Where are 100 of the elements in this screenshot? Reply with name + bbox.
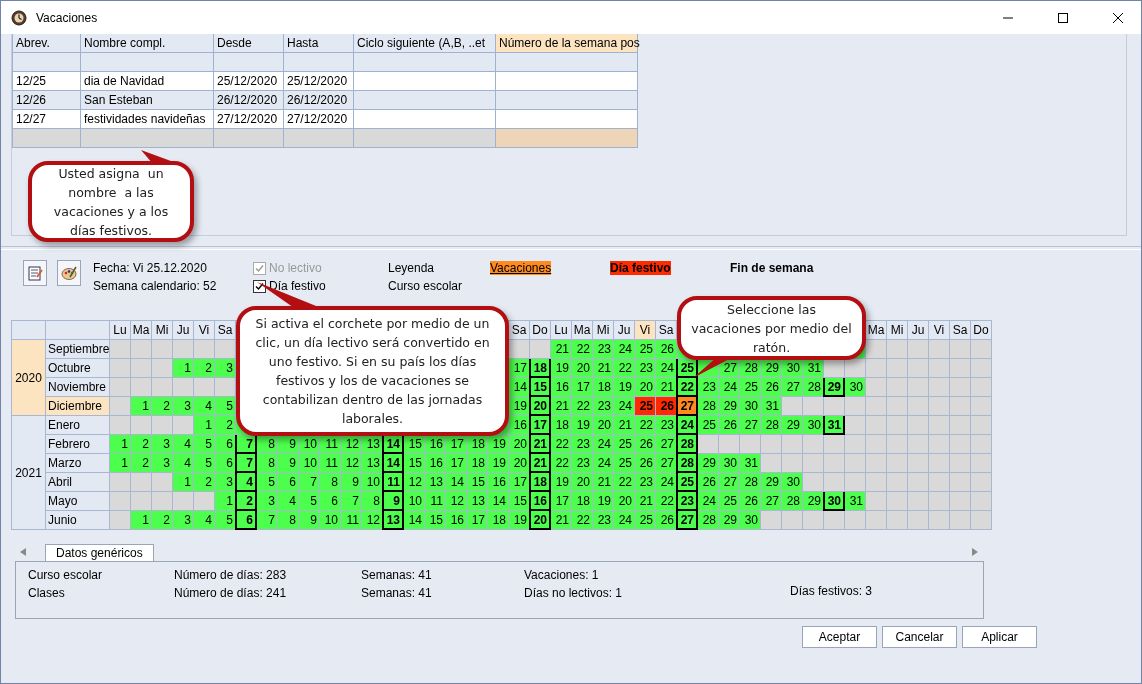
- day-cell[interactable]: 30: [740, 397, 761, 416]
- day-cell[interactable]: 23: [593, 340, 614, 359]
- day-cell[interactable]: 25: [676, 359, 698, 378]
- day-cell[interactable]: 7: [257, 511, 278, 530]
- day-cell[interactable]: 28: [740, 473, 761, 492]
- day-cell[interactable]: 24: [614, 511, 635, 530]
- day-cell[interactable]: 21: [614, 416, 635, 435]
- day-cell[interactable]: 11: [320, 454, 341, 473]
- day-cell[interactable]: 25: [635, 340, 656, 359]
- day-cell[interactable]: 12: [404, 473, 425, 492]
- day-cell[interactable]: 1: [215, 492, 236, 511]
- day-cell[interactable]: 29: [782, 416, 803, 435]
- day-cell[interactable]: 28: [698, 397, 719, 416]
- palette-icon[interactable]: [57, 260, 81, 286]
- day-cell[interactable]: 17: [509, 473, 530, 492]
- day-cell[interactable]: 20: [529, 511, 551, 530]
- day-cell[interactable]: 24: [614, 397, 635, 416]
- day-cell[interactable]: 17: [446, 454, 467, 473]
- day-cell[interactable]: 26: [635, 435, 656, 454]
- month-cell[interactable]: Octubre: [46, 359, 110, 378]
- day-cell[interactable]: 30: [719, 454, 740, 473]
- day-cell[interactable]: 17: [572, 378, 593, 397]
- day-cell[interactable]: 4: [278, 492, 299, 511]
- column-header[interactable]: Ciclo siguiente (A,B, ..et: [354, 34, 496, 53]
- day-cell[interactable]: 16: [488, 473, 509, 492]
- day-cell[interactable]: 25: [614, 435, 635, 454]
- day-cell[interactable]: 27: [656, 454, 677, 473]
- day-cell[interactable]: 19: [488, 454, 509, 473]
- day-cell[interactable]: 5: [194, 454, 215, 473]
- day-cell[interactable]: 24: [593, 454, 614, 473]
- day-cell[interactable]: 18: [529, 473, 551, 492]
- day-cell[interactable]: 1: [131, 397, 152, 416]
- day-cell[interactable]: 12: [446, 492, 467, 511]
- day-cell[interactable]: 21: [593, 359, 614, 378]
- day-cell[interactable]: 24: [614, 340, 635, 359]
- day-cell[interactable]: 21: [551, 397, 572, 416]
- day-cell[interactable]: 11: [341, 511, 362, 530]
- dialog-button[interactable]: Aplicar: [962, 626, 1037, 648]
- day-cell[interactable]: 4: [173, 435, 194, 454]
- day-cell[interactable]: 4: [194, 397, 215, 416]
- day-cell[interactable]: 29: [761, 473, 782, 492]
- day-cell[interactable]: 23: [656, 416, 677, 435]
- day-cell[interactable]: 6: [320, 492, 341, 511]
- day-cell[interactable]: 2: [131, 454, 152, 473]
- day-cell[interactable]: 3: [257, 492, 278, 511]
- day-cell[interactable]: 10: [404, 492, 425, 511]
- day-cell[interactable]: 19: [551, 359, 572, 378]
- day-cell[interactable]: 19: [509, 397, 530, 416]
- day-cell[interactable]: 22: [676, 378, 698, 397]
- maximize-icon[interactable]: [1058, 12, 1068, 23]
- day-cell[interactable]: 25: [614, 454, 635, 473]
- day-cell[interactable]: 29: [698, 454, 719, 473]
- day-cell[interactable]: 2: [152, 511, 173, 530]
- day-cell[interactable]: 22: [614, 359, 635, 378]
- column-header[interactable]: Hasta: [284, 34, 354, 53]
- day-cell[interactable]: 14: [446, 473, 467, 492]
- day-cell[interactable]: 19: [488, 435, 509, 454]
- day-cell[interactable]: 12: [341, 454, 362, 473]
- day-cell[interactable]: 23: [698, 378, 719, 397]
- day-cell[interactable]: 13: [467, 492, 488, 511]
- day-cell[interactable]: 24: [719, 378, 740, 397]
- day-cell[interactable]: 27: [719, 473, 740, 492]
- day-cell[interactable]: 20: [572, 359, 593, 378]
- day-cell[interactable]: 7: [235, 454, 257, 473]
- day-cell[interactable]: 28: [676, 454, 698, 473]
- day-cell[interactable]: 28: [676, 435, 698, 454]
- day-cell[interactable]: 18: [572, 492, 593, 511]
- day-cell[interactable]: 3: [152, 435, 173, 454]
- day-cell[interactable]: 13: [362, 454, 383, 473]
- day-cell[interactable]: 3: [215, 473, 236, 492]
- day-cell[interactable]: 27: [676, 397, 698, 416]
- day-cell[interactable]: 22: [635, 416, 656, 435]
- day-cell[interactable]: 21: [656, 378, 677, 397]
- month-cell[interactable]: Mayo: [46, 492, 110, 511]
- day-cell[interactable]: 27: [676, 511, 698, 530]
- month-cell[interactable]: Diciembre: [46, 397, 110, 416]
- day-cell[interactable]: 31: [845, 492, 866, 511]
- month-cell[interactable]: Febrero: [46, 435, 110, 454]
- day-cell[interactable]: 14: [382, 454, 404, 473]
- day-cell[interactable]: 18: [467, 454, 488, 473]
- day-cell[interactable]: 25: [698, 416, 719, 435]
- day-cell[interactable]: 30: [823, 492, 845, 511]
- day-cell[interactable]: 16: [509, 416, 530, 435]
- day-cell[interactable]: 19: [614, 378, 635, 397]
- day-cell[interactable]: 9: [278, 454, 299, 473]
- day-cell[interactable]: 6: [215, 454, 236, 473]
- day-cell[interactable]: 25: [719, 492, 740, 511]
- day-cell[interactable]: 26: [698, 473, 719, 492]
- notepad-icon[interactable]: [23, 260, 47, 286]
- day-cell[interactable]: 10: [320, 511, 341, 530]
- day-cell[interactable]: 9: [299, 511, 320, 530]
- day-cell[interactable]: 11: [425, 492, 446, 511]
- day-cell[interactable]: 24: [593, 435, 614, 454]
- day-cell[interactable]: 18: [488, 511, 509, 530]
- day-cell[interactable]: 28: [803, 378, 824, 397]
- day-cell[interactable]: 15: [509, 492, 530, 511]
- day-cell[interactable]: 25: [740, 378, 761, 397]
- day-cell[interactable]: 23: [593, 511, 614, 530]
- day-cell[interactable]: 14: [488, 492, 509, 511]
- day-cell[interactable]: 3: [173, 397, 194, 416]
